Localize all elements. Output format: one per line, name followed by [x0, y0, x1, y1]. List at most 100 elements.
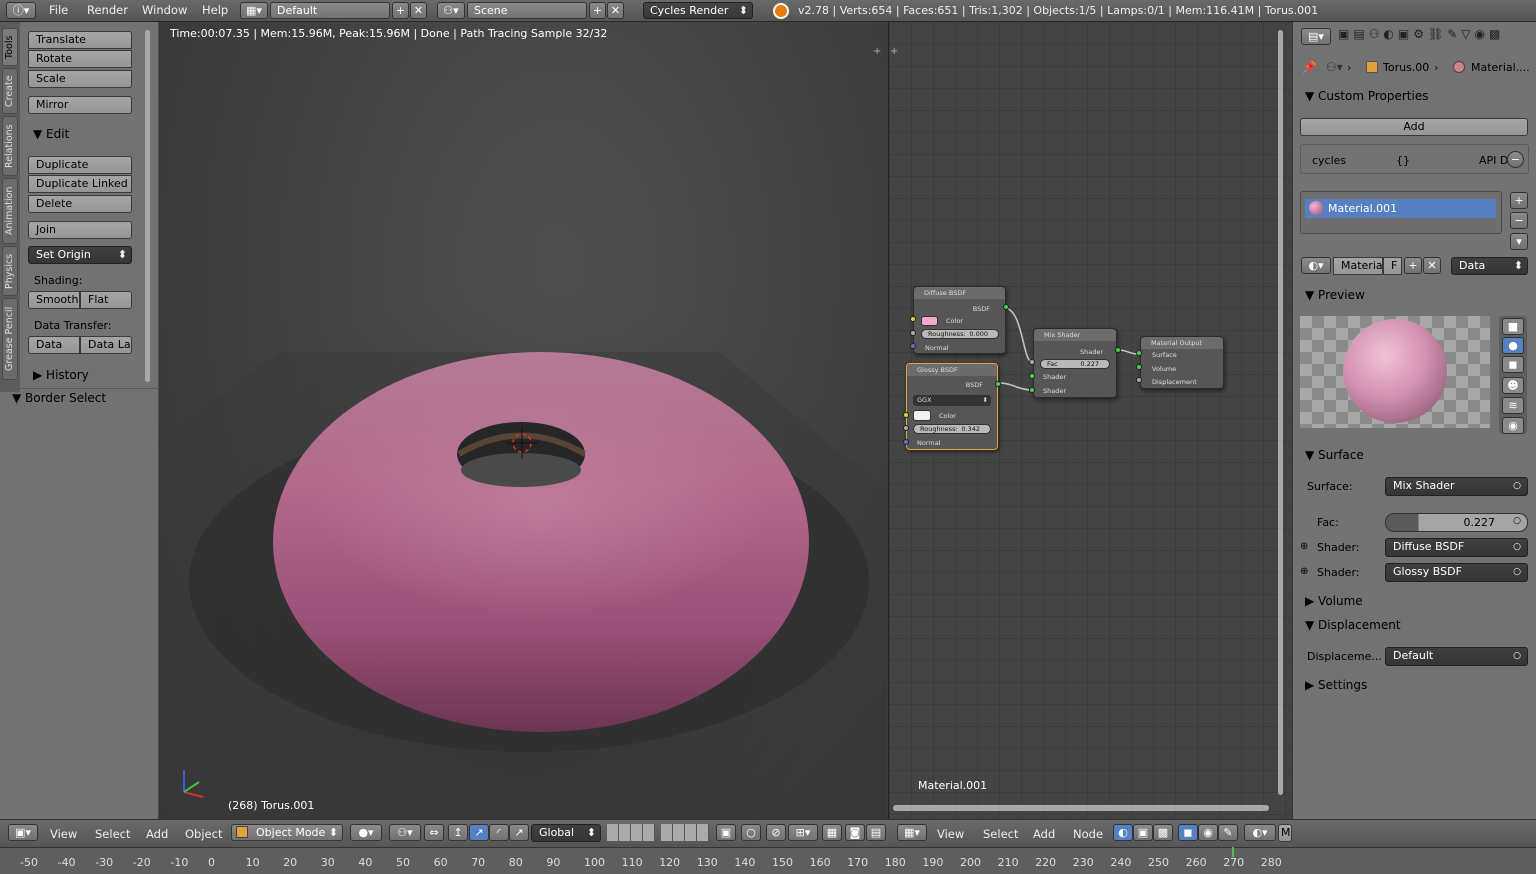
mix-node-title[interactable]: Mix Shader	[1034, 329, 1116, 341]
settings-panel-header[interactable]: ▶ Settings	[1305, 678, 1367, 692]
node-editor-h-scrollbar[interactable]	[893, 805, 1269, 811]
preview-cube-icon[interactable]: ◼	[1502, 356, 1524, 373]
glossy-bsdf-node[interactable]: Glossy BSDF BSDF GGX ⬍ Color Roughness: 0…	[906, 363, 998, 450]
output-surface-socket[interactable]	[1136, 350, 1142, 356]
snap-icon[interactable]: ⊘	[766, 824, 786, 841]
unlink-material-icon[interactable]: ✕	[1423, 257, 1441, 274]
shading-mode-icon[interactable]: ●▾	[350, 824, 382, 841]
diffuse-roughness-field[interactable]: Roughness: 0.000	[921, 329, 999, 339]
preview-panel-header[interactable]: ▼ Preview	[1305, 288, 1365, 302]
scene-name-field[interactable]: Scene	[467, 2, 587, 19]
material-output-node[interactable]: Material Output Surface Volume Displacem…	[1140, 336, 1224, 389]
viewport-menu-object[interactable]: Object	[185, 827, 222, 841]
shader2-select[interactable]: Glossy BSDF ○	[1385, 563, 1528, 582]
history-panel-header[interactable]: ▶ History	[33, 368, 89, 382]
layers-grid-2[interactable]	[661, 824, 709, 841]
pivot-point-icon[interactable]: ⚇▾	[389, 824, 421, 841]
duplicate-button[interactable]: Duplicate	[28, 156, 132, 174]
diffuse-color-swatch[interactable]	[921, 316, 938, 326]
snap-target-icon[interactable]: ▦	[822, 824, 842, 841]
join-button[interactable]: Join	[28, 221, 132, 239]
glossy-output-socket[interactable]	[995, 381, 1001, 387]
add-layout-icon[interactable]: +	[392, 2, 409, 19]
properties-context-tabs[interactable]: ▣▤⚇◐▣⚙⛓✎▽◉▩	[1338, 27, 1536, 46]
combined-manipulator-icon[interactable]: ↗	[509, 824, 529, 841]
tab-relations[interactable]: Relations	[2, 116, 18, 176]
render-engine-select[interactable]: Cycles Render ⬍	[643, 2, 753, 19]
diffuse-output-socket[interactable]	[1003, 304, 1009, 310]
preview-flat-icon[interactable]: ■	[1502, 318, 1524, 335]
viewport-editor-type-icon[interactable]: ▣▾	[8, 824, 38, 841]
snap-element-icon[interactable]: ⊞▾	[788, 824, 818, 841]
properties-editor-type-icon[interactable]: ▤▾	[1301, 28, 1331, 45]
node-material-browse-icon[interactable]: ◐▾	[1244, 824, 1276, 841]
preview-world-icon[interactable]: ◉	[1502, 417, 1524, 434]
flat-button[interactable]: Flat	[80, 291, 132, 309]
delete-button[interactable]: Delete	[28, 195, 132, 213]
render-camera-icon[interactable]: ◙	[845, 824, 865, 841]
glossy-node-title[interactable]: Glossy BSDF	[907, 364, 997, 376]
current-frame-marker[interactable]	[1232, 847, 1234, 857]
fac-link-icon[interactable]: ○	[1513, 516, 1521, 526]
breadcrumb-object[interactable]: Torus.00	[1383, 61, 1429, 74]
translate-manipulator-icon[interactable]: ↥	[448, 824, 468, 841]
object-shader-icon[interactable]: ◼	[1178, 824, 1198, 841]
mix-fac-field[interactable]: Fac 0.227	[1040, 359, 1110, 369]
scale-button[interactable]: Scale	[28, 70, 132, 88]
shader2-expand-icon[interactable]: ⊕	[1300, 566, 1308, 577]
texture-nodes-icon[interactable]: ▩	[1153, 824, 1173, 841]
shader-nodes-icon[interactable]: ◐	[1113, 824, 1133, 841]
glossy-distribution-select[interactable]: GGX ⬍	[913, 395, 991, 406]
add-custom-property-button[interactable]: Add	[1300, 118, 1528, 136]
viewport-menu-add[interactable]: Add	[146, 827, 168, 841]
node-menu-select[interactable]: Select	[983, 827, 1018, 841]
mix-fac-socket[interactable]	[1029, 359, 1035, 365]
diffuse-bsdf-node[interactable]: Diffuse BSDF BSDF Color Roughness: 0.000…	[913, 286, 1006, 354]
output-volume-socket[interactable]	[1136, 364, 1142, 370]
preview-hair-icon[interactable]: ≋	[1502, 397, 1524, 414]
scene-icon[interactable]: ⚇▾	[437, 2, 465, 19]
breadcrumb-material[interactable]: Material....	[1471, 61, 1530, 74]
viewport-menu-select[interactable]: Select	[95, 827, 130, 841]
mix-shader2-socket[interactable]	[1029, 387, 1035, 393]
node-menu-add[interactable]: Add	[1033, 827, 1055, 841]
node-menu-view[interactable]: View	[937, 827, 964, 841]
fake-user-button[interactable]: F	[1383, 257, 1402, 275]
surface-panel-header[interactable]: ▼ Surface	[1305, 448, 1364, 462]
proportional-edit-icon[interactable]: ○	[741, 824, 761, 841]
menu-render[interactable]: Render	[87, 3, 128, 17]
displacement-panel-header[interactable]: ▼ Displacement	[1305, 618, 1401, 632]
set-origin-dropdown[interactable]: Set Origin ⬍	[28, 246, 132, 264]
layout-name-field[interactable]: Default	[270, 2, 390, 19]
displacement-select[interactable]: Default ○	[1385, 647, 1528, 666]
tab-create[interactable]: Create	[2, 68, 18, 114]
custom-properties-header[interactable]: ▼ Custom Properties	[1305, 89, 1428, 103]
menu-file[interactable]: File	[49, 3, 68, 17]
glossy-roughness-socket[interactable]	[903, 425, 909, 431]
glossy-color-swatch[interactable]	[913, 410, 931, 421]
preview-monkey-icon[interactable]: ☻	[1502, 377, 1524, 394]
material-name-field[interactable]: Material	[1333, 257, 1386, 275]
glossy-color-socket[interactable]	[903, 412, 909, 418]
remove-layout-icon[interactable]: ✕	[410, 2, 427, 19]
scale-manipulator-icon[interactable]: ◜	[489, 824, 509, 841]
add-scene-icon[interactable]: +	[589, 2, 606, 19]
shader1-select[interactable]: Diffuse BSDF ○	[1385, 538, 1528, 557]
viewport-corner-plus-icon[interactable]: +	[873, 46, 881, 57]
menu-help[interactable]: Help	[202, 3, 228, 17]
render-anim-icon[interactable]: ▤	[866, 824, 886, 841]
translate-button[interactable]: Translate	[28, 31, 132, 49]
menu-window[interactable]: Window	[142, 3, 187, 17]
pin-icon[interactable]: 📌	[1302, 60, 1317, 74]
lock-camera-icon[interactable]: ▣	[716, 824, 736, 841]
new-material-icon[interactable]: +	[1404, 257, 1422, 274]
surface-shader-select[interactable]: Mix Shader ○	[1385, 477, 1528, 496]
preview-sphere-icon[interactable]: ●	[1502, 337, 1524, 354]
node-editor-type-icon[interactable]: ▦▾	[897, 824, 927, 841]
output-node-title[interactable]: Material Output	[1141, 337, 1223, 349]
add-slot-icon[interactable]: +	[1510, 192, 1528, 209]
transform-orientation-select[interactable]: Global ⬍	[531, 824, 601, 842]
remove-scene-icon[interactable]: ✕	[607, 2, 624, 19]
glossy-normal-socket[interactable]	[903, 439, 909, 445]
layers-grid-1[interactable]	[607, 824, 655, 841]
